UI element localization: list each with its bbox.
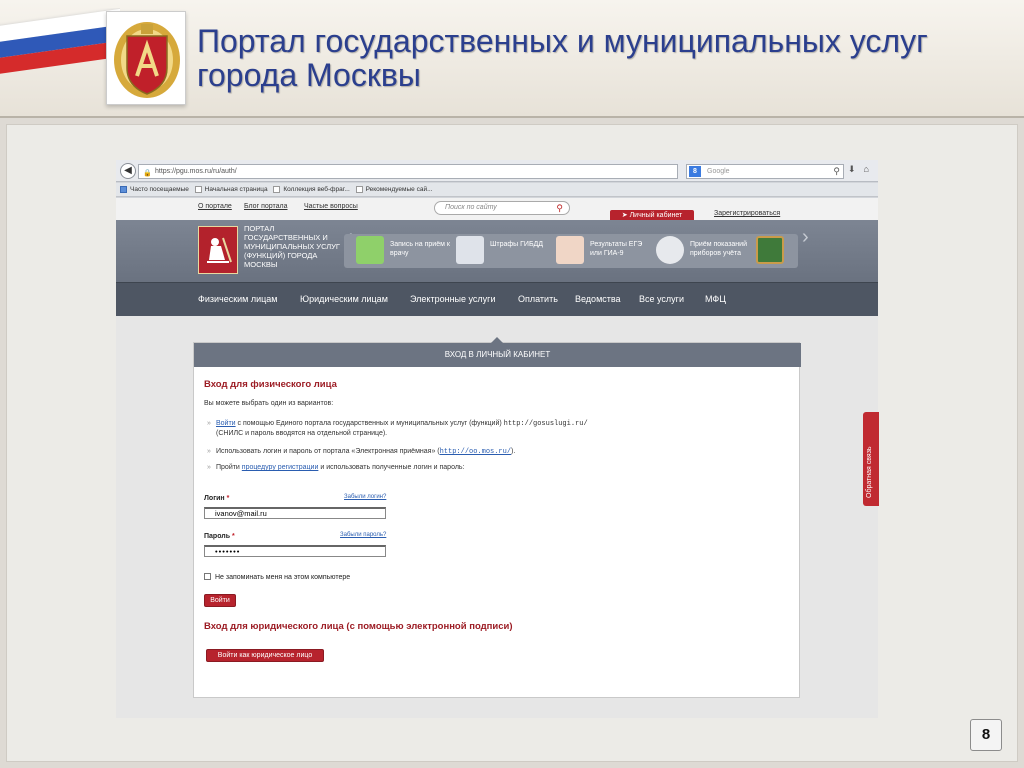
services-carousel: Запись на приём к врачу Штрафы ГИБДД Рез… xyxy=(344,234,798,268)
back-arrow-icon[interactable]: ◀ xyxy=(120,163,136,179)
menu-item-e-services[interactable]: Электронные услуги xyxy=(410,294,495,304)
medical-cross-icon xyxy=(356,236,384,264)
faq-link[interactable]: Частые вопросы xyxy=(304,203,358,210)
address-bar[interactable]: 🔒 https://pgu.mos.ru/ru/auth/ xyxy=(138,164,678,179)
password-label: Пароль * xyxy=(204,533,235,540)
login-option-register: Пройти процедуру регистрации и использов… xyxy=(207,463,666,473)
menu-item-legal-entities[interactable]: Юридическим лицам xyxy=(300,294,388,304)
slide-header: Портал государственных и муниципальных у… xyxy=(0,0,1024,118)
registration-link[interactable]: процедуру регистрации xyxy=(242,464,319,471)
gosuslugi-login-link[interactable]: Войти xyxy=(216,420,236,427)
bookmark-item[interactable]: Часто посещаемые xyxy=(120,185,189,193)
menu-item-departments[interactable]: Ведомства xyxy=(575,294,621,304)
browser-window: ◀ 🔒 https://pgu.mos.ru/ru/auth/ 8 Google… xyxy=(116,160,878,718)
about-link[interactable]: О портале xyxy=(198,203,232,210)
moscow-emblem xyxy=(106,11,186,105)
login-panel-title: Вход в личный кабинет xyxy=(194,337,801,367)
login-label: Логин * xyxy=(204,495,230,502)
login-panel: Вход в личный кабинет Вход для физическо… xyxy=(193,337,801,698)
feedback-tab-label: Обратная связь xyxy=(866,446,873,498)
home-icon[interactable]: ⌂ xyxy=(864,164,877,174)
login-intro: Вы можете выбрать один из вариантов: xyxy=(204,400,334,407)
browser-search-placeholder: Google xyxy=(707,168,730,175)
portal-header: Портал государственных и муниципальных у… xyxy=(116,220,878,282)
browser-search-input[interactable]: 8 Google ⚲ xyxy=(686,164,844,179)
legal-entity-login-button[interactable]: Войти как юридическое лицо xyxy=(206,649,324,662)
login-option-gosuslugi: Войти с помощью Единого портала государс… xyxy=(207,419,666,439)
blog-link[interactable]: Блог портала xyxy=(244,203,288,210)
legal-login-heading: Вход для юридического лица (с помощью эл… xyxy=(204,621,513,632)
russian-flag-decoration xyxy=(0,8,120,78)
menu-item-individuals[interactable]: Физическим лицам xyxy=(198,294,278,304)
browser-toolbar: ◀ 🔒 https://pgu.mos.ru/ru/auth/ 8 Google… xyxy=(116,160,878,182)
moscow-coat-of-arms-icon xyxy=(198,226,238,274)
site-search-placeholder: Поиск по сайту xyxy=(445,204,497,211)
google-icon: 8 xyxy=(689,166,701,177)
meter-icon xyxy=(656,236,684,264)
site-search-input[interactable]: Поиск по сайту ⚲ xyxy=(434,201,570,215)
download-icon[interactable]: ⬇ xyxy=(848,164,864,174)
slide-title: Портал государственных и муниципальных у… xyxy=(197,24,997,92)
slide-title-line1: Портал государственных и муниципальных у… xyxy=(197,23,928,59)
forgot-password-link[interactable]: Забыли пароль? xyxy=(340,532,386,538)
bookmark-item[interactable]: Рекомендуемые сай... xyxy=(355,185,433,193)
register-link[interactable]: Зарегистрироваться xyxy=(714,210,780,217)
login-submit-button[interactable]: Войти xyxy=(204,594,236,607)
school-board-icon xyxy=(756,236,784,264)
individual-login-heading: Вход для физического лица xyxy=(204,379,337,390)
search-icon[interactable]: ⚲ xyxy=(556,202,563,214)
bookmarks-bar: Часто посещаемые Начальная страница Колл… xyxy=(116,183,878,197)
forgot-login-link[interactable]: Забыли логин? xyxy=(344,494,386,500)
search-icon[interactable]: ⚲ xyxy=(833,165,840,178)
page-number: 8 xyxy=(970,719,1002,751)
slide-title-line2: города Москвы xyxy=(197,57,421,93)
checkbox-icon[interactable] xyxy=(204,573,211,580)
menu-item-all-services[interactable]: Все услуги xyxy=(639,294,684,304)
bookmark-item[interactable]: Начальная страница xyxy=(194,185,268,193)
bookmark-item[interactable]: Коллекция веб-фраг... xyxy=(273,185,350,193)
feedback-tab[interactable]: Обратная связь xyxy=(863,412,879,506)
remember-me-checkbox[interactable]: Не запоминать меня на этом компьютере xyxy=(204,573,350,581)
password-input[interactable]: ••••••• xyxy=(204,545,386,557)
menu-item-pay[interactable]: Оплатить xyxy=(518,294,558,304)
portal-page: О портале Блог портала Частые вопросы По… xyxy=(116,198,878,718)
portal-name: Портал государственных и муниципальных у… xyxy=(244,224,340,269)
address-url: https://pgu.mos.ru/ru/auth/ xyxy=(155,168,237,175)
lock-icon: 🔒 xyxy=(143,170,152,177)
menu-item-mfc[interactable]: МФЦ xyxy=(705,294,726,304)
carousel-right-arrow-icon[interactable]: › xyxy=(802,220,812,254)
reception-portal-link[interactable]: http://oo.mos.ru/ xyxy=(440,448,511,456)
main-menu: Физическим лицам Юридическим лицам Элект… xyxy=(116,282,878,316)
exam-results-icon xyxy=(556,236,584,264)
traffic-fine-icon xyxy=(456,236,484,264)
login-option-reception: Использовать логин и пароль от портала «… xyxy=(207,447,666,457)
login-input[interactable]: ivanov@mail.ru xyxy=(204,507,386,519)
browser-tool-icons: ⬇⌂ xyxy=(848,164,877,175)
